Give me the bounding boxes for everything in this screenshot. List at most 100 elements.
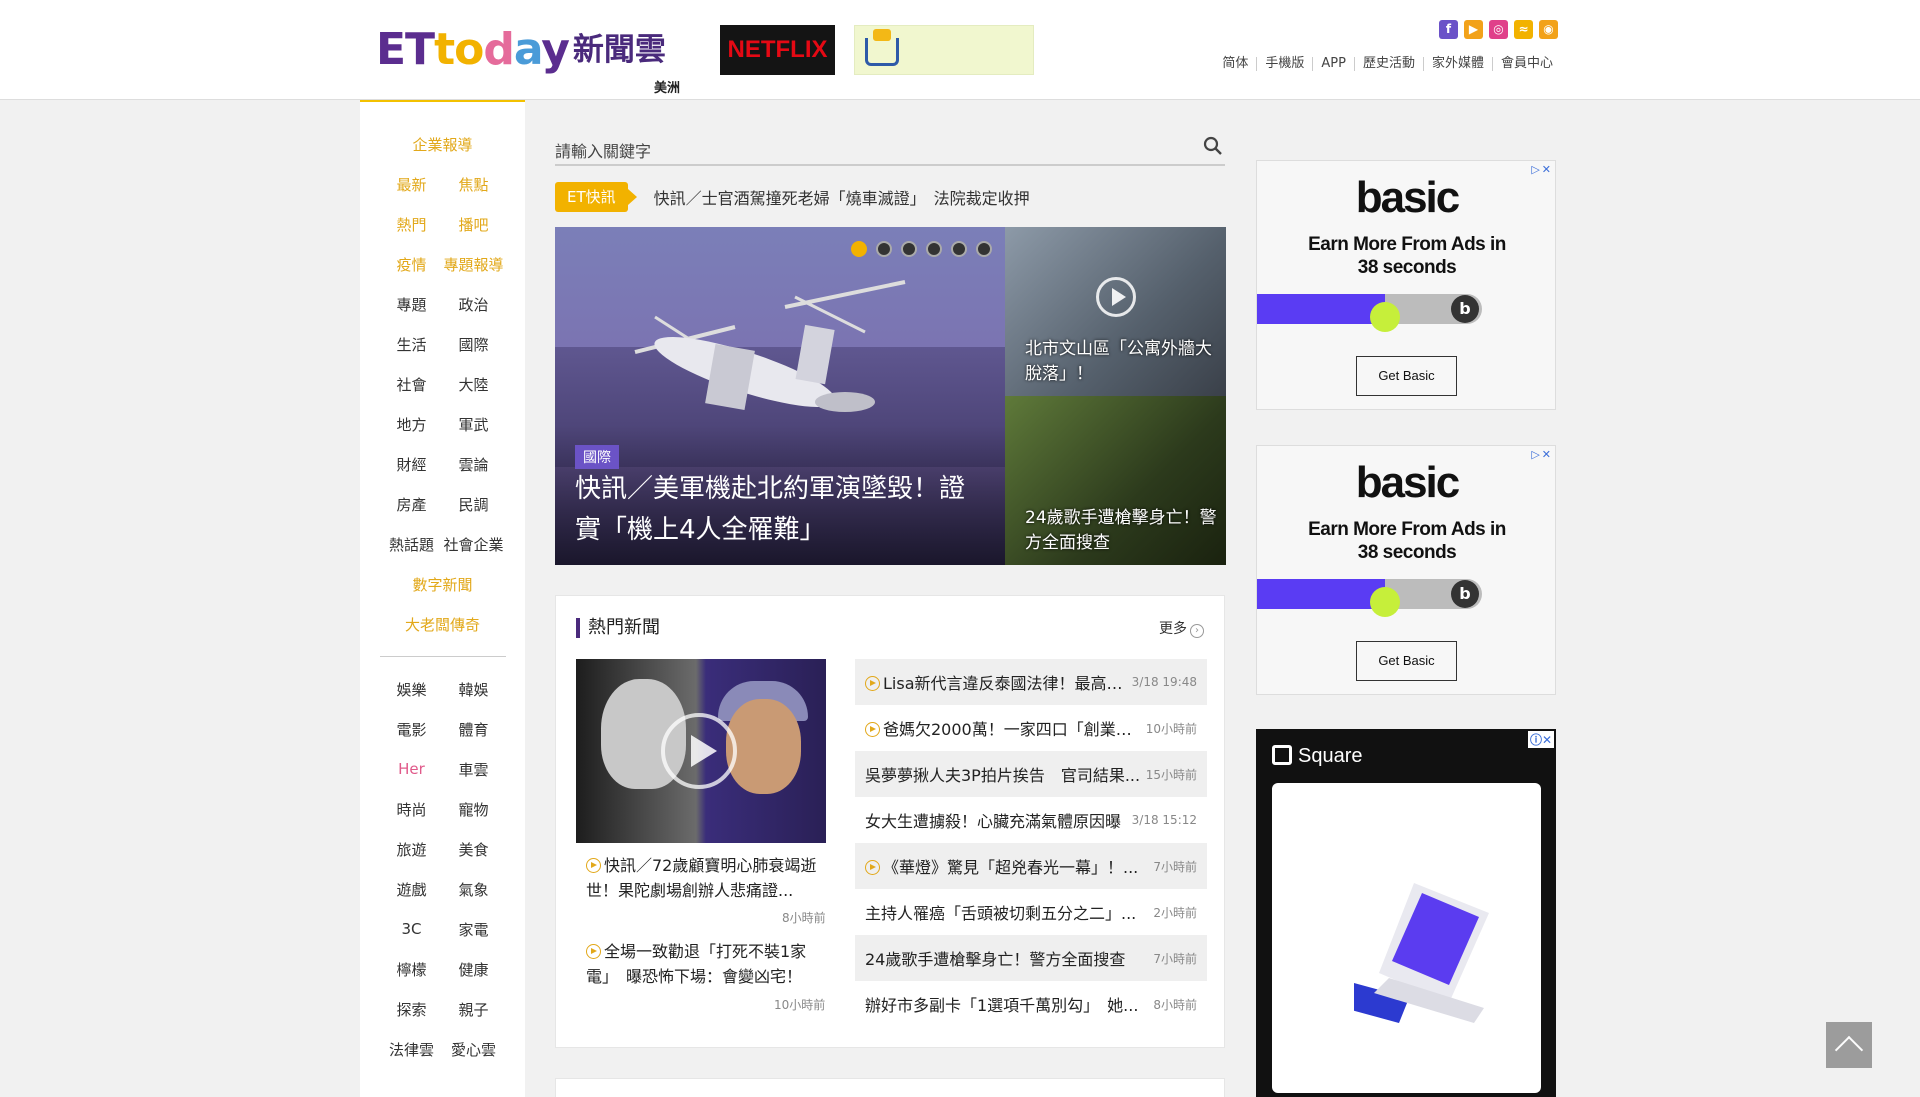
nav-item[interactable]: 氣象 [443, 879, 505, 900]
video-icon [865, 676, 880, 691]
nav-item[interactable]: 雲論 [443, 454, 505, 475]
top-link-app[interactable]: APP [1312, 57, 1354, 71]
square-ad[interactable]: ⓘ✕ Square [1256, 729, 1556, 1097]
nav-item[interactable]: 電影 [381, 719, 443, 740]
featured-headline[interactable]: 全場一致勸退「打死不裝1家電」 曝恐怖下場：會變凶宅！ [586, 939, 826, 989]
nav-item[interactable]: 大陸 [443, 374, 505, 395]
basic-ad-2[interactable]: ▷✕ basic Earn More From Ads in 38 seconds… [1256, 445, 1556, 695]
get-basic-button[interactable]: Get Basic [1356, 641, 1457, 681]
rss-icon[interactable]: ≈ [1514, 20, 1533, 39]
nav-item[interactable]: 親子 [443, 999, 505, 1020]
nav-item[interactable]: 熱話題 [381, 534, 443, 555]
featured-headline[interactable]: 快訊／72歲顧寶明心肺衰竭逝世！果陀劇場創辦人悲痛證... [586, 853, 826, 903]
edition-label[interactable]: 美洲 [654, 77, 680, 96]
list-item[interactable]: 24歲歌手遭槍擊身亡！警方全面搜查 7小時前 [855, 935, 1207, 981]
nav-item[interactable]: 地方 [381, 414, 443, 435]
nav-item[interactable]: 軍武 [443, 414, 505, 435]
basic-ad-1[interactable]: ▷✕ basic Earn More From Ads in 38 seconds… [1256, 160, 1556, 410]
nav-item[interactable]: 法律雲 [381, 1039, 443, 1060]
slide-dot[interactable] [926, 241, 942, 257]
top-link-simplified[interactable]: 简体 [1214, 57, 1256, 71]
back-to-top-button[interactable] [1826, 1022, 1872, 1068]
facebook-icon[interactable]: f [1439, 20, 1458, 39]
nav-item[interactable]: 企業報導 [383, 134, 503, 155]
weibo-icon[interactable]: ◉ [1539, 20, 1558, 39]
search-input[interactable]: 請輸入關鍵字 [555, 132, 1225, 166]
nav-item[interactable]: 美食 [443, 839, 505, 860]
nav-item[interactable]: 房產 [381, 494, 443, 515]
search-placeholder: 請輸入關鍵字 [555, 142, 652, 161]
nav-item[interactable]: 國際 [443, 334, 505, 355]
square-logo: Square [1272, 745, 1363, 768]
site-logo[interactable]: ETtoday 新聞雲 [376, 22, 666, 78]
nav-item[interactable]: 大老闆傳奇 [383, 614, 503, 635]
top-links: 简体 手機版 APP 歷史活動 家外媒體 會員中心 [1214, 57, 1561, 71]
nav-item[interactable]: 財經 [381, 454, 443, 475]
nav-item[interactable]: 疫情 [381, 254, 443, 275]
nav-item[interactable]: 專題 [381, 294, 443, 315]
hero-slide[interactable]: 國際 快訊／美軍機赴北約軍演墜毀！證實「機上4人全罹難」 [555, 227, 1005, 565]
nav-item[interactable]: Her [381, 760, 443, 778]
side-story-1[interactable]: 北市文山區「公寓外牆大脫落」！ [1005, 227, 1226, 396]
list-item[interactable]: 主持人罹癌「舌頭被切剩五分之二」... 2小時前 [855, 889, 1207, 935]
nav-item[interactable]: 熱門 [381, 214, 443, 235]
nav-item[interactable]: 韓娛 [443, 679, 505, 700]
slide-dot[interactable] [976, 241, 992, 257]
top-link-ooh-media[interactable]: 家外媒體 [1422, 57, 1492, 71]
nav-item[interactable]: 體育 [443, 719, 505, 740]
instagram-icon[interactable]: ◎ [1489, 20, 1508, 39]
nav-item[interactable]: 車雲 [443, 759, 505, 780]
list-item[interactable]: 《華燈》驚見「超兇春光一幕」！... 7小時前 [855, 843, 1207, 889]
youtube-icon[interactable]: ▶ [1464, 20, 1483, 39]
slide-dot[interactable] [901, 241, 917, 257]
list-item-text: 吳夢夢揪人夫3P拍片挨告 官司結果... [865, 766, 1141, 785]
nav-item[interactable]: 最新 [381, 174, 443, 195]
featured-video-thumbnail[interactable] [576, 659, 826, 843]
side-story-2[interactable]: 24歲歌手遭槍擊身亡！警方全面搜查 [1005, 396, 1226, 565]
nav-item[interactable]: 生活 [381, 334, 443, 355]
nav-item[interactable]: 娛樂 [381, 679, 443, 700]
nav-item[interactable]: 民調 [443, 494, 505, 515]
more-link[interactable]: 更多 › [1159, 618, 1204, 638]
nav-row: 遊戲 氣象 [360, 869, 525, 909]
list-item[interactable]: 辦好市多副卡「1選項千萬別勾」 她... 8小時前 [855, 981, 1207, 1027]
nav-item[interactable]: 寵物 [443, 799, 505, 820]
top-link-mobile[interactable]: 手機版 [1256, 57, 1312, 71]
slide-dot[interactable] [951, 241, 967, 257]
nav-item[interactable]: 家電 [443, 919, 505, 940]
nav-item[interactable]: 愛心雲 [443, 1039, 505, 1060]
breaking-news-ticker: ET快訊 快訊／士官酒駕撞死老婦「燒車滅證」 法院裁定收押 [555, 182, 1030, 212]
list-item[interactable]: 女大生遭擄殺！心臟充滿氣體原因曝 3/18 15:12 [855, 797, 1207, 843]
nav-item[interactable]: 探索 [381, 999, 443, 1020]
get-basic-button[interactable]: Get Basic [1356, 356, 1457, 396]
list-item[interactable]: 吳夢夢揪人夫3P拍片挨告 官司結果... 15小時前 [855, 751, 1207, 797]
nav-item[interactable]: 遊戲 [381, 879, 443, 900]
top-link-events[interactable]: 歷史活動 [1353, 57, 1423, 71]
nav-item[interactable]: 政治 [443, 294, 505, 315]
video-icon [865, 860, 880, 875]
top-link-member[interactable]: 會員中心 [1491, 57, 1561, 71]
list-item[interactable]: 爸媽欠2000萬！一家四口「創業賣... 10小時前 [855, 705, 1207, 751]
nav-item[interactable]: 時尚 [381, 799, 443, 820]
list-item[interactable]: Lisa新代言違反泰國法律！最高「... 3/18 19:48 [855, 659, 1207, 705]
nav-item[interactable]: 旅遊 [381, 839, 443, 860]
nav-item[interactable]: 播吧 [443, 214, 505, 235]
nav-item[interactable]: 社會企業 [443, 534, 505, 555]
breaking-news-headline[interactable]: 快訊／士官酒駕撞死老婦「燒車滅證」 法院裁定收押 [654, 185, 1030, 209]
nav-row: 熱話題 社會企業 [360, 524, 525, 564]
nav-item[interactable]: 數字新聞 [383, 574, 503, 595]
search-icon[interactable] [1203, 136, 1223, 156]
slide-dot[interactable] [851, 241, 867, 257]
nav-item[interactable]: 焦點 [443, 174, 505, 195]
adchoices-icon[interactable]: ⓘ✕ [1527, 731, 1554, 748]
slide-dot[interactable] [876, 241, 892, 257]
nav-item[interactable]: 健康 [443, 959, 505, 980]
nav-item[interactable]: 3C [381, 920, 443, 938]
nav-item[interactable]: 檸檬 [381, 959, 443, 980]
hero-headline[interactable]: 快訊／美軍機赴北約軍演墜毀！證實「機上4人全罹難」 [575, 469, 985, 551]
netflix-banner-ad[interactable]: NETFLIX [720, 25, 835, 75]
nav-item[interactable]: 專題報導 [443, 254, 505, 275]
hero-category-tag[interactable]: 國際 [575, 445, 619, 469]
nav-item[interactable]: 社會 [381, 374, 443, 395]
shopping-cart-banner-ad[interactable] [854, 25, 1034, 75]
